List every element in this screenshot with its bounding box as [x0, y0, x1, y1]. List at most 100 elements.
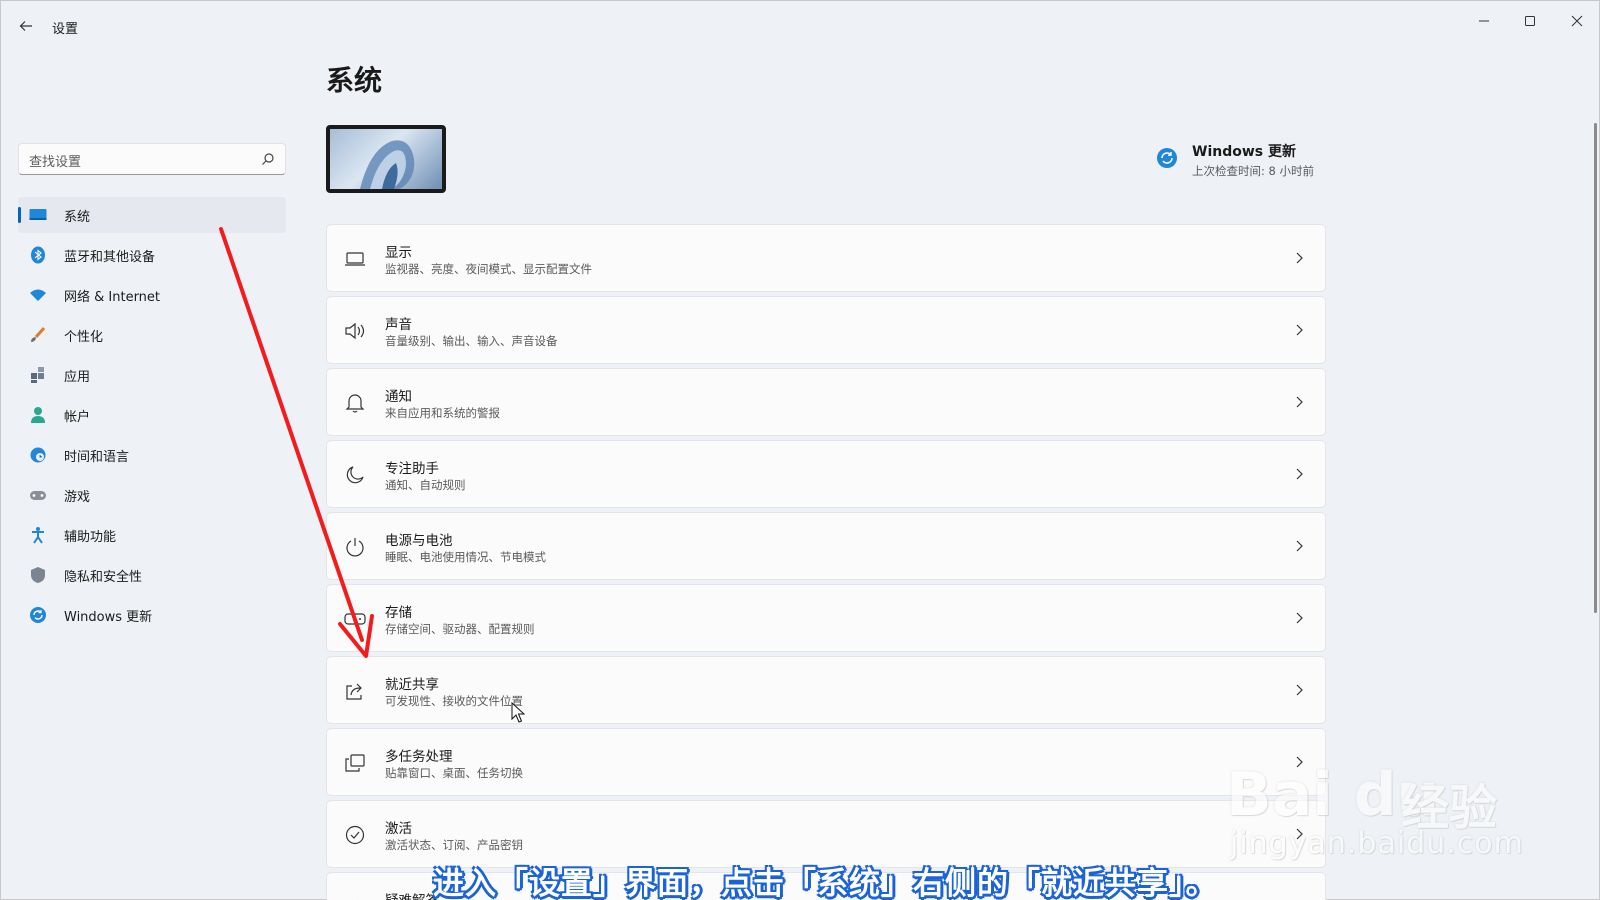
chevron-right-icon: [1296, 396, 1303, 408]
chevron-right-icon: [1296, 468, 1303, 480]
card-title: 声音: [385, 317, 412, 333]
sidebar-item-label: 时间和语言: [64, 449, 130, 465]
card-storage[interactable]: 存储 存储空间、驱动器、配置规则: [326, 584, 1326, 652]
sidebar-item-bluetooth[interactable]: 蓝牙和其他设备: [18, 237, 286, 273]
search-icon: [262, 153, 274, 165]
card-subtitle: 睡眠、电池使用情况、节电模式: [385, 550, 546, 564]
chevron-right-icon: [1296, 252, 1303, 264]
card-title: 存储: [385, 605, 412, 621]
sidebar-item-label: 系统: [64, 209, 91, 225]
card-subtitle: 监视器、亮度、夜间模式、显示配置文件: [385, 262, 592, 276]
share-icon: [343, 679, 367, 703]
check-circle-icon: [343, 823, 367, 847]
sidebar-item-gaming[interactable]: 游戏: [18, 477, 286, 513]
card-subtitle: 来自应用和系统的警报: [385, 406, 500, 420]
apps-icon: [28, 365, 48, 385]
sidebar-item-personalization[interactable]: 个性化: [18, 317, 286, 353]
laptop-icon: [343, 247, 367, 271]
accessibility-icon: [28, 525, 48, 545]
sidebar-item-label: 游戏: [64, 489, 91, 505]
brush-icon: [28, 325, 48, 345]
minimize-button[interactable]: [1469, 9, 1499, 33]
settings-list: 显示 监视器、亮度、夜间模式、显示配置文件 声音 音量级别、输出、输入、声音设备…: [326, 224, 1326, 900]
sidebar-item-label: 蓝牙和其他设备: [64, 249, 156, 265]
card-title: 多任务处理: [385, 749, 453, 765]
maximize-icon: [1525, 16, 1535, 26]
sidebar-item-system[interactable]: 系统: [18, 197, 286, 233]
moon-icon: [343, 463, 367, 487]
sidebar-item-label: 隐私和安全性: [64, 569, 143, 585]
sync-icon: [28, 605, 48, 625]
card-subtitle: 存储空间、驱动器、配置规则: [385, 622, 535, 636]
minimize-icon: [1479, 20, 1489, 22]
sidebar-nav: 系统 蓝牙和其他设备 网络 & Internet 个性化 应用 帐户 时间和语言: [18, 197, 286, 637]
card-display[interactable]: 显示 监视器、亮度、夜间模式、显示配置文件: [326, 224, 1326, 292]
page-title: 系统: [326, 64, 383, 97]
chevron-right-icon: [1296, 324, 1303, 336]
mouse-cursor-icon: [511, 702, 525, 723]
sidebar-item-apps[interactable]: 应用: [18, 357, 286, 393]
search-input[interactable]: 查找设置: [18, 143, 286, 175]
card-title: 激活: [385, 821, 412, 837]
card-title: 通知: [385, 389, 412, 405]
app-title: 设置: [52, 22, 79, 37]
sidebar-item-time-language[interactable]: 时间和语言: [18, 437, 286, 473]
sidebar-item-privacy[interactable]: 隐私和安全性: [18, 557, 286, 593]
maximize-button[interactable]: [1515, 9, 1545, 33]
card-subtitle: 通知、自动规则: [385, 478, 466, 492]
sidebar-item-label: Windows 更新: [64, 609, 153, 625]
chevron-right-icon: [1296, 612, 1303, 624]
card-notifications[interactable]: 通知 来自应用和系统的警报: [326, 368, 1326, 436]
chevron-right-icon: [1296, 684, 1303, 696]
bell-icon: [343, 391, 367, 415]
card-subtitle: 可发现性、接收的文件位置: [385, 694, 523, 708]
sidebar-item-network[interactable]: 网络 & Internet: [18, 277, 286, 313]
shield-icon: [28, 565, 48, 585]
person-icon: [28, 405, 48, 425]
power-icon: [343, 535, 367, 559]
gamepad-icon: [28, 485, 48, 505]
device-wallpaper-thumbnail: [326, 125, 446, 193]
card-sound[interactable]: 声音 音量级别、输出、输入、声音设备: [326, 296, 1326, 364]
sidebar-item-accessibility[interactable]: 辅助功能: [18, 517, 286, 553]
card-title: 专注助手: [385, 461, 439, 477]
scrollbar[interactable]: [1594, 123, 1597, 613]
card-title: 就近共享: [385, 677, 439, 693]
chevron-right-icon: [1296, 540, 1303, 552]
update-title: Windows 更新: [1192, 144, 1296, 160]
multitask-icon: [343, 751, 367, 775]
back-arrow-icon: [19, 21, 32, 31]
wifi-icon: [28, 285, 48, 305]
bluetooth-icon: [28, 245, 48, 265]
back-button[interactable]: [13, 13, 39, 39]
close-icon: [1571, 15, 1583, 27]
storage-icon: [343, 607, 367, 631]
card-title: 疑难解答: [385, 889, 439, 900]
card-title: 电源与电池: [385, 533, 453, 549]
sidebar-item-label: 辅助功能: [64, 529, 117, 545]
baidu-jingyan-watermark: Bai du 经验 jingyan.baidu.com: [1226, 728, 1526, 861]
display-icon: [28, 205, 48, 225]
sidebar-item-label: 帐户: [64, 409, 91, 425]
search-placeholder: 查找设置: [29, 155, 82, 170]
close-button[interactable]: [1562, 9, 1592, 33]
wrench-icon: [343, 895, 367, 900]
sidebar-item-accounts[interactable]: 帐户: [18, 397, 286, 433]
sidebar-item-label: 应用: [64, 369, 91, 385]
card-title: 显示: [385, 245, 412, 261]
card-subtitle: 激活状态、订阅、产品密钥: [385, 838, 523, 852]
globe-clock-icon: [28, 445, 48, 465]
tutorial-caption: 进入「设置」界面，点击「系统」右侧的「就近共享」。: [433, 866, 1218, 900]
speaker-icon: [343, 319, 367, 343]
title-bar: 设置: [1, 1, 1600, 49]
card-focus-assist[interactable]: 专注助手 通知、自动规则: [326, 440, 1326, 508]
card-power-battery[interactable]: 电源与电池 睡眠、电池使用情况、节电模式: [326, 512, 1326, 580]
watermark-url: jingyan.baidu.com: [1230, 826, 1524, 861]
card-multitasking[interactable]: 多任务处理 贴靠窗口、桌面、任务切换: [326, 728, 1326, 796]
sidebar-item-label: 网络 & Internet: [64, 289, 161, 305]
card-nearby-sharing[interactable]: 就近共享 可发现性、接收的文件位置: [326, 656, 1326, 724]
sidebar-item-label: 个性化: [64, 329, 104, 345]
update-subtitle: 上次检查时间: 8 小时前: [1192, 164, 1315, 178]
card-subtitle: 音量级别、输出、输入、声音设备: [385, 334, 558, 348]
sidebar-item-windows-update[interactable]: Windows 更新: [18, 597, 286, 633]
